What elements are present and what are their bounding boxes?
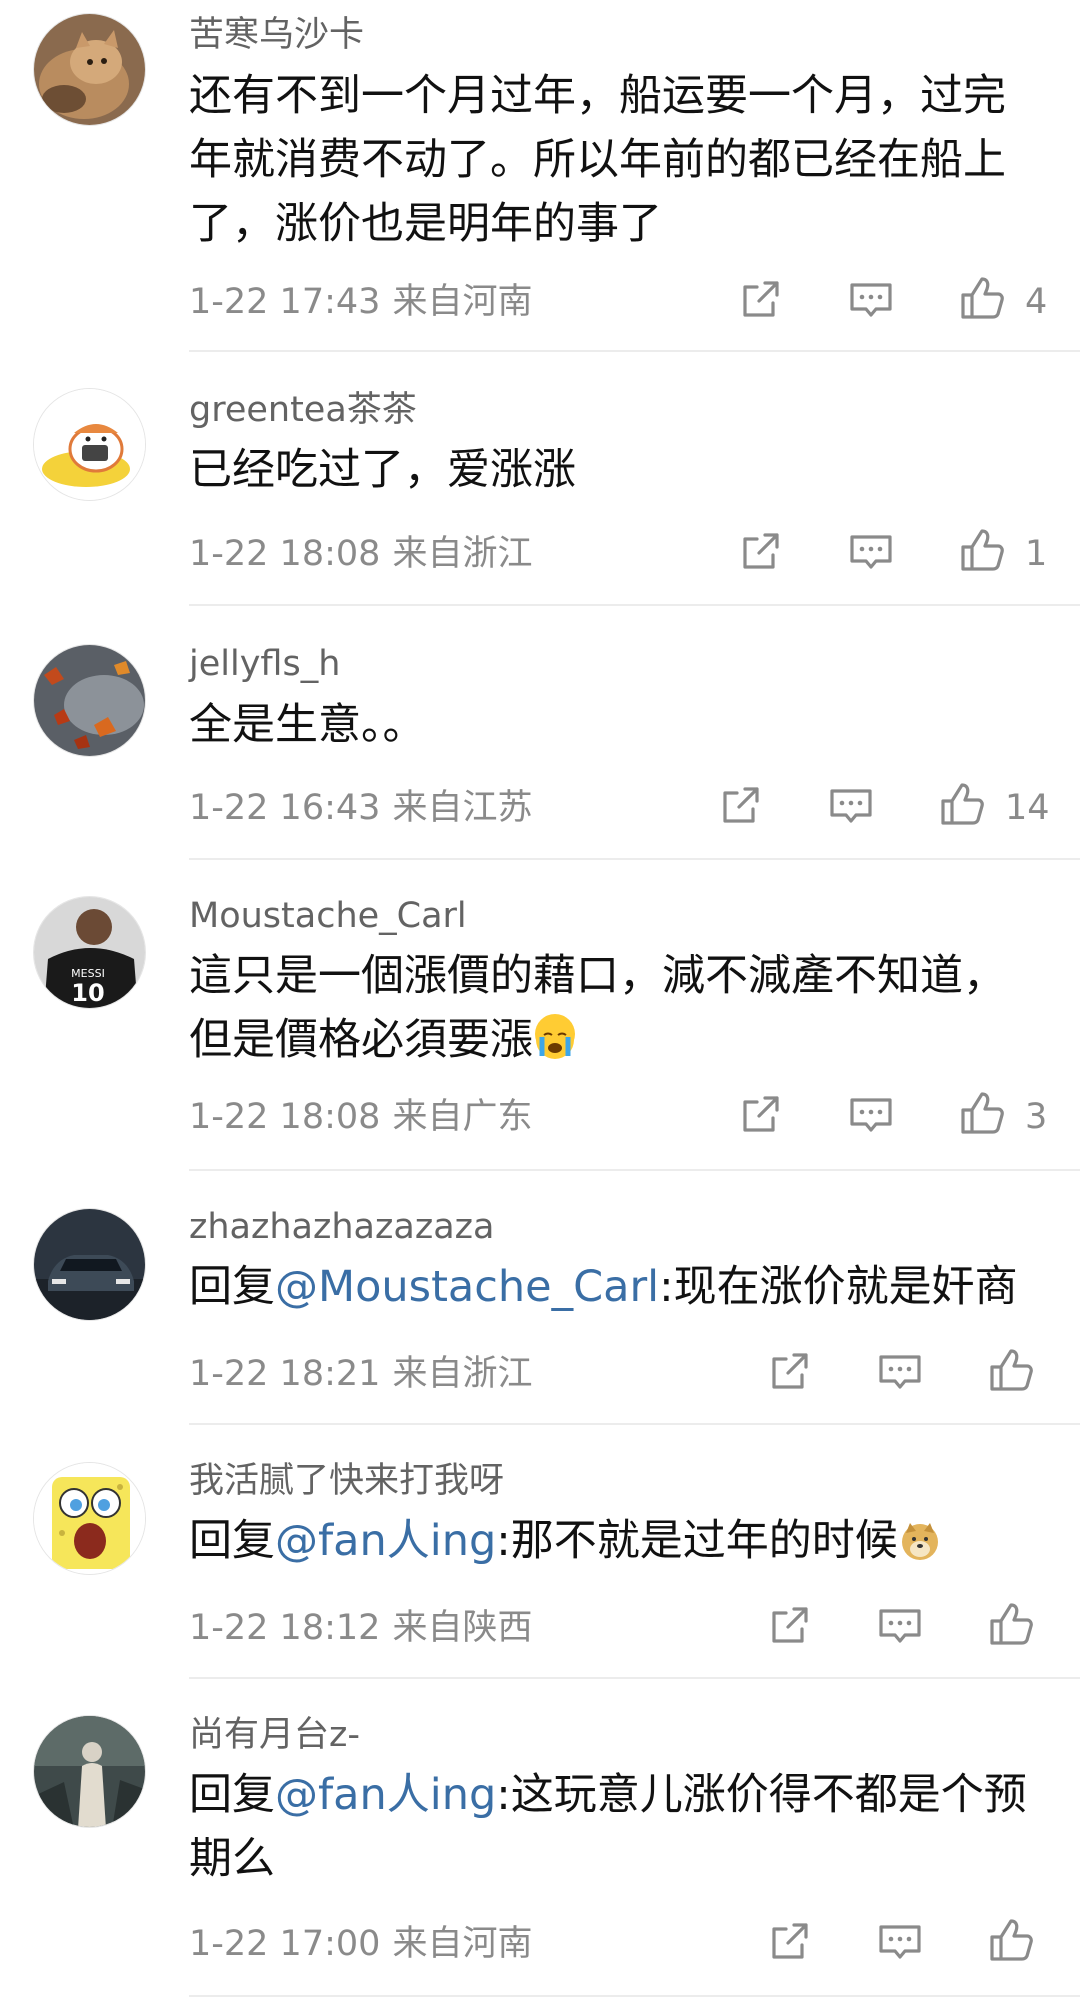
share-icon[interactable] bbox=[764, 1601, 814, 1651]
like-count: 14 bbox=[1005, 788, 1050, 828]
comment-time: 1-22 18:21 bbox=[189, 1354, 381, 1394]
figure-silhouette-avatar[interactable] bbox=[33, 1715, 146, 1828]
like-count: 4 bbox=[1025, 282, 1048, 322]
username[interactable]: greentea茶茶 bbox=[189, 390, 417, 430]
share-icon[interactable] bbox=[715, 781, 765, 831]
thumbs-up-icon[interactable] bbox=[957, 525, 1007, 575]
comment-icon[interactable] bbox=[846, 527, 896, 577]
username[interactable]: zhazhazhazazaza bbox=[189, 1207, 494, 1247]
username[interactable]: 尚有月台z- bbox=[189, 1715, 360, 1755]
comment-item: MESSI 10 Moustache_Carl 這只是一個漲價的藉口，減不減產不… bbox=[0, 860, 1080, 1171]
comment-icon[interactable] bbox=[846, 275, 896, 325]
username[interactable]: 我活腻了快来打我呀 bbox=[189, 1461, 504, 1501]
comment-text: 全是生意。。 bbox=[189, 700, 426, 750]
jersey-number: 10 bbox=[71, 979, 104, 1007]
thumbs-up-icon[interactable] bbox=[986, 1345, 1036, 1395]
comment-location: 来自浙江 bbox=[392, 534, 533, 574]
comment-meta: 1-22 16:43 来自江苏 bbox=[189, 788, 532, 828]
share-icon[interactable] bbox=[764, 1347, 814, 1397]
comment-time: 1-22 16:43 bbox=[189, 788, 381, 828]
reply-prefix: 回复 bbox=[189, 1262, 275, 1312]
comment-icon[interactable] bbox=[875, 1917, 925, 1967]
spongebob-avatar[interactable] bbox=[33, 1462, 146, 1575]
mention-link[interactable]: @fan人ing bbox=[275, 1770, 496, 1820]
autumn-leaves-avatar[interactable] bbox=[33, 644, 146, 757]
comment-text: 回复@fan人ing:这玩意儿涨价得不都是个预 期么 bbox=[189, 1770, 1027, 1884]
comment-location: 来自浙江 bbox=[392, 1354, 533, 1394]
comment-meta: 1-22 18:08 来自广东 bbox=[189, 1097, 532, 1137]
mention-link[interactable]: @Moustache_Carl bbox=[275, 1262, 659, 1312]
thumbs-up-icon[interactable] bbox=[986, 1599, 1036, 1649]
comment-meta: 1-22 18:21 来自浙江 bbox=[189, 1354, 532, 1394]
share-icon[interactable] bbox=[735, 527, 785, 577]
comment-item: zhazhazhazazaza 回复@Moustache_Carl:现在涨价就是… bbox=[0, 1171, 1080, 1425]
cat-avatar[interactable] bbox=[33, 13, 146, 126]
comment-location: 来自江苏 bbox=[392, 788, 533, 828]
comment-location: 来自广东 bbox=[392, 1097, 533, 1137]
like-count: 1 bbox=[1025, 534, 1048, 574]
comment-time: 1-22 17:00 bbox=[189, 1924, 381, 1964]
comment-text: 這只是一個漲價的藉口，減不減產不知道， 但是價格必須要漲 bbox=[189, 951, 1006, 1065]
comment-location: 来自河南 bbox=[392, 282, 533, 322]
comment-meta: 1-22 17:43 来自河南 bbox=[189, 282, 532, 322]
messi-jersey-avatar[interactable]: MESSI 10 bbox=[33, 896, 146, 1009]
comment-meta: 1-22 18:08 来自浙江 bbox=[189, 534, 532, 574]
username[interactable]: 苦寒乌沙卡 bbox=[189, 15, 364, 55]
comment-time: 1-22 17:43 bbox=[189, 282, 381, 322]
car-avatar[interactable] bbox=[33, 1208, 146, 1321]
reply-prefix: 回复 bbox=[189, 1516, 275, 1566]
comment-list: 苦寒乌沙卡 还有不到一个月过年，船运要一个月，过完 年就消费不动了。所以年前的都… bbox=[0, 0, 1080, 2014]
share-icon[interactable] bbox=[764, 1917, 814, 1967]
comment-item: 苦寒乌沙卡 还有不到一个月过年，船运要一个月，过完 年就消费不动了。所以年前的都… bbox=[0, 0, 1080, 352]
thumbs-up-icon[interactable] bbox=[937, 779, 987, 829]
comment-time: 1-22 18:08 bbox=[189, 534, 381, 574]
comment-text: 已经吃过了，爱涨涨 bbox=[189, 445, 576, 495]
comment-location: 来自陕西 bbox=[392, 1608, 533, 1648]
share-icon[interactable] bbox=[735, 275, 785, 325]
doge-emoji bbox=[900, 1515, 940, 1560]
comment-text: 回复@fan人ing:那不就是过年的时候 bbox=[189, 1509, 1049, 1573]
comment-text: 回复@Moustache_Carl:现在涨价就是奸商 bbox=[189, 1262, 1018, 1312]
comment-text: 还有不到一个月过年，船运要一个月，过完 年就消费不动了。所以年前的都已经在船上 … bbox=[189, 71, 1006, 249]
username[interactable]: jellyfls_h bbox=[189, 644, 340, 684]
comment-item: 尚有月台z- 回复@fan人ing:这玩意儿涨价得不都是个预 期么 1-22 1… bbox=[0, 1679, 1080, 1997]
crying-face-emoji bbox=[535, 1014, 575, 1059]
comment-icon[interactable] bbox=[875, 1601, 925, 1651]
thumbs-up-icon[interactable] bbox=[957, 1088, 1007, 1138]
username[interactable]: Moustache_Carl bbox=[189, 896, 467, 936]
reply-prefix: 回复 bbox=[189, 1770, 275, 1820]
share-icon[interactable] bbox=[735, 1090, 785, 1140]
comment-item: greentea茶茶 已经吃过了，爱涨涨 1-22 18:08 来自浙江 1 bbox=[0, 352, 1080, 606]
cartoon-cat-avatar[interactable] bbox=[33, 388, 146, 501]
comment-item: 我活腻了快来打我呀 回复@fan人ing:那不就是过年的时候 1-22 18:1… bbox=[0, 1425, 1080, 1679]
comment-icon[interactable] bbox=[826, 781, 876, 831]
comment-icon[interactable] bbox=[846, 1090, 896, 1140]
comment-meta: 1-22 18:12 来自陕西 bbox=[189, 1608, 532, 1648]
comment-item: jellyfls_h 全是生意。。 1-22 16:43 来自江苏 14 bbox=[0, 606, 1080, 860]
thumbs-up-icon[interactable] bbox=[957, 273, 1007, 323]
thumbs-up-icon[interactable] bbox=[986, 1915, 1036, 1965]
divider bbox=[189, 1995, 1080, 1997]
comment-icon[interactable] bbox=[875, 1347, 925, 1397]
mention-link[interactable]: @fan人ing bbox=[275, 1516, 496, 1566]
comment-location: 来自河南 bbox=[392, 1924, 533, 1964]
comment-time: 1-22 18:08 bbox=[189, 1097, 381, 1137]
like-count: 3 bbox=[1025, 1097, 1048, 1137]
comment-meta: 1-22 17:00 来自河南 bbox=[189, 1924, 532, 1964]
comment-time: 1-22 18:12 bbox=[189, 1608, 381, 1648]
